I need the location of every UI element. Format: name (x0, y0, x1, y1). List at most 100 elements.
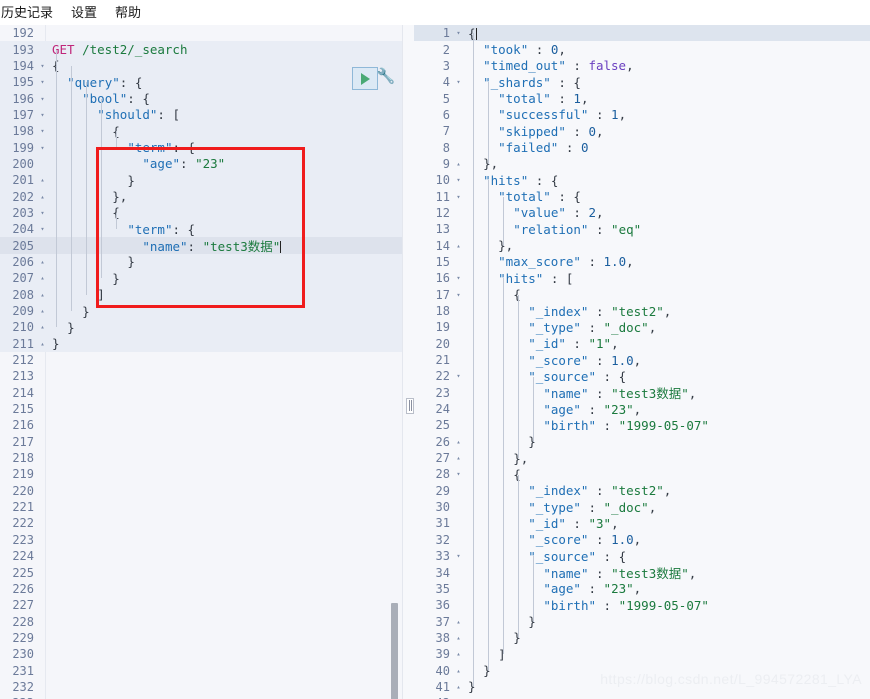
menu-item-help[interactable]: 帮助 (106, 0, 150, 25)
editor-line[interactable]: 216 (0, 417, 402, 433)
editor-line[interactable]: 210 ▴ } (0, 319, 402, 336)
code-fold-arrow-icon[interactable]: ▴ (37, 303, 48, 319)
splitter-drag-handle[interactable] (406, 398, 414, 414)
run-request-button[interactable] (352, 67, 378, 90)
editor-line[interactable]: 225 (0, 564, 402, 580)
code-fold-arrow-icon[interactable]: ▾ (453, 548, 464, 564)
editor-line[interactable]: 16 ▾ "hits" : [ (414, 270, 870, 287)
code-fold-arrow-icon[interactable]: ▾ (453, 74, 464, 90)
editor-line[interactable]: 233 (0, 695, 402, 699)
editor-line[interactable]: 205 "name": "test3数据" (0, 237, 402, 254)
code-fold-arrow-icon[interactable]: ▴ (453, 238, 464, 254)
editor-line[interactable]: 33 ▾ "_source" : { (414, 548, 870, 565)
menu-item-settings[interactable]: 设置 (62, 0, 106, 25)
code-fold-arrow-icon[interactable]: ▾ (453, 172, 464, 188)
editor-line[interactable]: 209 ▴ } (0, 302, 402, 320)
editor-line[interactable]: 195 ▾ "query": { (0, 74, 402, 91)
editor-line[interactable]: 36 "birth" : "1999-05-07" (414, 597, 870, 614)
editor-line[interactable]: 17 ▾ { (414, 286, 870, 303)
editor-line[interactable]: 224 (0, 548, 402, 564)
code-fold-arrow-icon[interactable]: ▾ (453, 189, 464, 205)
editor-line[interactable]: 232 (0, 679, 402, 695)
code-fold-arrow-icon[interactable]: ▴ (453, 434, 464, 450)
code-fold-arrow-icon[interactable]: ▾ (37, 140, 48, 156)
code-fold-arrow-icon[interactable]: ▴ (37, 287, 48, 303)
editor-line[interactable]: 228 (0, 613, 402, 629)
code-fold-arrow-icon[interactable]: ▴ (453, 156, 464, 172)
code-fold-arrow-icon[interactable]: ▴ (37, 254, 48, 270)
editor-line[interactable]: 204 ▾ "term": { (0, 221, 402, 238)
editor-line[interactable]: 198▾ { (0, 123, 402, 140)
editor-line[interactable]: 208 ▴ ] (0, 286, 402, 303)
code-fold-arrow-icon[interactable]: ▾ (37, 107, 48, 123)
editor-line[interactable]: 37▴ } (414, 613, 870, 630)
editor-line[interactable]: 32 "_score" : 1.0, (414, 531, 870, 548)
editor-line[interactable]: 223 (0, 532, 402, 548)
editor-line[interactable]: 9 ▴ }, (414, 155, 870, 173)
editor-line[interactable]: 29 "_index" : "test2", (414, 482, 870, 499)
code-fold-arrow-icon[interactable]: ▾ (37, 123, 48, 139)
code-fold-arrow-icon[interactable]: ▴ (453, 450, 464, 466)
editor-line[interactable]: 229 (0, 630, 402, 646)
code-fold-arrow-icon[interactable]: ▴ (453, 679, 464, 695)
code-fold-arrow-icon[interactable]: ▴ (453, 646, 464, 662)
editor-line[interactable]: 35 "age" : "23", (414, 580, 870, 598)
editor-line[interactable]: 220 (0, 483, 402, 499)
editor-line[interactable]: 215 (0, 401, 402, 417)
code-fold-arrow-icon[interactable]: ▾ (37, 205, 48, 221)
editor-line[interactable]: 25 "birth" : "1999-05-07" (414, 417, 870, 434)
code-fold-arrow-icon[interactable]: ▴ (37, 189, 48, 205)
code-fold-arrow-icon[interactable]: ▴ (37, 336, 48, 352)
editor-line[interactable]: 10 ▾ "hits" : { (414, 172, 870, 189)
editor-line[interactable]: 221 (0, 499, 402, 515)
code-fold-arrow-icon[interactable]: ▴ (37, 319, 48, 335)
editor-line[interactable]: 213 (0, 368, 402, 384)
editor-line[interactable]: 19 "_type" : "_doc", (414, 319, 870, 336)
editor-line[interactable]: 219 (0, 466, 402, 482)
editor-line[interactable]: 22 ▾ "_source" : { (414, 368, 870, 385)
editor-line[interactable]: 211 ▴} (0, 335, 402, 352)
code-fold-arrow-icon[interactable]: ▾ (37, 58, 48, 74)
editor-line[interactable]: 24 "age" : "23", (414, 400, 870, 418)
request-editor[interactable]: 192193GET /test2/_search194▾{195▾ "query… (0, 25, 402, 699)
editor-line[interactable]: 217 (0, 434, 402, 450)
editor-line[interactable]: 230 (0, 646, 402, 662)
editor-line[interactable]: 212 (0, 352, 402, 368)
code-fold-arrow-icon[interactable]: ▾ (37, 91, 48, 107)
editor-line[interactable]: 226 (0, 581, 402, 597)
editor-line[interactable]: 4 ▾ "_shards" : { (414, 74, 870, 91)
editor-line[interactable]: 15 "max_score" : 1.0, (414, 253, 870, 271)
menu-item-history[interactable]: 历史记录 (0, 0, 62, 25)
editor-line[interactable]: 31 "_id" : "3", (414, 515, 870, 532)
response-pane[interactable]: 1 ▾{2 "took" : 0, 3 "timed_out" : false, 4 ▾… (414, 25, 870, 699)
editor-line[interactable]: 1 ▾{ (414, 25, 870, 42)
editor-line[interactable]: 202 ▴ }, (0, 188, 402, 205)
editor-line[interactable]: 222 (0, 515, 402, 531)
editor-line[interactable]: 34 "name" : "test3数据", (414, 564, 870, 581)
editor-line[interactable]: 206 ▴ } (0, 253, 402, 271)
editor-line[interactable]: 12 "value" : 2, (414, 204, 870, 222)
editor-line[interactable]: 28 ▾ { (414, 466, 870, 483)
editor-line[interactable]: 203▾ { (0, 204, 402, 222)
editor-line[interactable]: 6 "successful" : 1, (414, 106, 870, 124)
editor-line[interactable]: 194▾{ (0, 57, 402, 75)
code-fold-arrow-icon[interactable]: ▾ (453, 466, 464, 482)
editor-line[interactable]: 201 ▴ } (0, 172, 402, 189)
editor-line[interactable]: 38 ▴ } (414, 629, 870, 647)
editor-line[interactable]: 5 "total" : 1, (414, 90, 870, 107)
request-pane[interactable]: 192193GET /test2/_search194▾{195▾ "query… (0, 25, 402, 699)
code-fold-arrow-icon[interactable]: ▾ (453, 287, 464, 303)
editor-line[interactable]: 30 "_type" : "_doc", (414, 498, 870, 516)
code-fold-arrow-icon[interactable]: ▾ (453, 368, 464, 384)
editor-line[interactable]: 3 "timed_out" : false, (414, 57, 870, 75)
editor-line[interactable]: 192 (0, 25, 402, 41)
editor-line[interactable]: 26▴ } (414, 433, 870, 450)
response-editor[interactable]: 1 ▾{2 "took" : 0, 3 "timed_out" : false, 4 ▾… (414, 25, 870, 699)
editor-line[interactable]: 7 "skipped" : 0, (414, 123, 870, 140)
editor-line[interactable]: 227 (0, 597, 402, 613)
code-fold-arrow-icon[interactable]: ▾ (37, 74, 48, 90)
editor-line[interactable]: 218 (0, 450, 402, 466)
editor-line[interactable]: 197 ▾ "should": [ (0, 106, 402, 124)
editor-line[interactable]: 21 "_score" : 1.0, (414, 351, 870, 369)
editor-line[interactable]: 27 ▴ }, (414, 449, 870, 467)
